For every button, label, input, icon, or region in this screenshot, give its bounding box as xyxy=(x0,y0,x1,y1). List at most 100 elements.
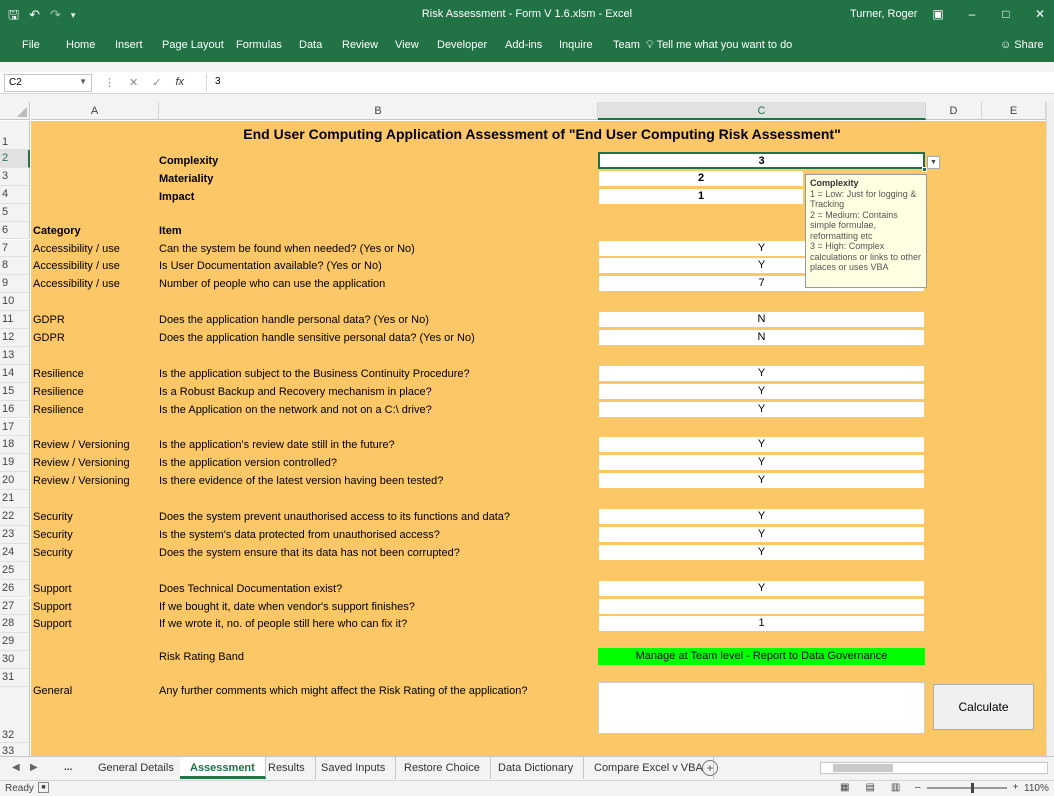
tab-general-details[interactable]: General Details xyxy=(88,757,185,779)
row-header-30[interactable]: 30 xyxy=(0,651,30,670)
row-header-13[interactable]: 13 xyxy=(0,346,30,365)
answer-cell[interactable]: Y xyxy=(598,454,925,472)
row-header-29[interactable]: 29 xyxy=(0,633,30,652)
row-header-22[interactable]: 22 xyxy=(0,508,30,526)
row-header-2[interactable]: 2 xyxy=(0,150,30,168)
tab-file[interactable]: File xyxy=(22,39,40,51)
row-header-4[interactable]: 4 xyxy=(0,185,30,204)
answer-cell[interactable]: 1 xyxy=(598,615,925,633)
row-header-24[interactable]: 24 xyxy=(0,543,30,562)
row-header-14[interactable]: 14 xyxy=(0,364,30,383)
tab-add-ins[interactable]: Add-ins xyxy=(505,39,542,51)
name-box[interactable]: C2 ▼ xyxy=(4,74,92,92)
row-header-6[interactable]: 6 xyxy=(0,221,30,240)
tab-team[interactable]: Team xyxy=(613,39,640,51)
risk-band-value[interactable]: Manage at Team level - Report to Data Go… xyxy=(598,648,925,665)
row-header-19[interactable]: 19 xyxy=(0,454,30,473)
calculate-button[interactable]: Calculate xyxy=(933,684,1034,730)
share-button[interactable]: ☺ Share xyxy=(1000,39,1044,51)
column-header-c[interactable]: C xyxy=(598,102,926,120)
answer-cell[interactable]: Y xyxy=(598,525,925,543)
row-header-32[interactable]: 32 xyxy=(0,687,30,743)
normal-view-icon[interactable]: ▦ xyxy=(840,782,849,793)
answer-cell[interactable]: Y xyxy=(598,436,925,454)
answer-cell[interactable]: Y xyxy=(598,508,925,525)
chevron-down-icon[interactable]: ▼ xyxy=(927,156,940,169)
tab-review[interactable]: Review xyxy=(342,39,378,51)
worksheet-grid[interactable]: A B C D E 1 2 3 4 5 6 7 8 9 10 11 12 13 14 15 16 17 18 19 2… xyxy=(0,102,1054,756)
row-header-5[interactable]: 5 xyxy=(0,203,30,222)
row-header-10[interactable]: 10 xyxy=(0,293,30,312)
row-header-17[interactable]: 17 xyxy=(0,418,30,437)
answer-cell[interactable]: Y xyxy=(598,543,925,561)
select-all-button[interactable] xyxy=(0,102,30,120)
row-header-7[interactable]: 7 xyxy=(0,239,30,258)
zoom-out-icon[interactable]: – xyxy=(915,782,921,793)
enter-icon[interactable]: ✓ xyxy=(152,76,161,89)
row-header-26[interactable]: 26 xyxy=(0,579,30,598)
materiality-cell[interactable]: 2 xyxy=(598,170,804,187)
row-header-8[interactable]: 8 xyxy=(0,257,30,276)
row-header-25[interactable]: 25 xyxy=(0,561,30,580)
column-header-a[interactable]: A xyxy=(31,102,159,120)
row-header-28[interactable]: 28 xyxy=(0,615,30,634)
row-header-11[interactable]: 11 xyxy=(0,311,30,329)
column-header-e[interactable]: E xyxy=(982,102,1046,120)
tell-me-box[interactable]: 💡︎ Tell me what you want to do xyxy=(646,39,792,52)
formula-input[interactable]: 3 xyxy=(206,74,1050,92)
zoom-slider-knob[interactable] xyxy=(970,782,974,793)
row-header-18[interactable]: 18 xyxy=(0,436,30,455)
row-header-20[interactable]: 20 xyxy=(0,472,30,491)
tab-home[interactable]: Home xyxy=(66,39,95,51)
add-sheet-icon[interactable]: + xyxy=(702,760,718,776)
zoom-in-icon[interactable]: + xyxy=(1013,782,1019,793)
tab-data[interactable]: Data xyxy=(299,39,322,51)
fill-handle[interactable] xyxy=(922,167,927,172)
row-header-16[interactable]: 16 xyxy=(0,400,30,419)
cancel-icon[interactable]: ✕ xyxy=(129,76,138,89)
chevron-down-icon[interactable]: ▼ xyxy=(79,77,87,86)
row-header-12[interactable]: 12 xyxy=(0,329,30,347)
tab-developer[interactable]: Developer xyxy=(437,39,487,51)
row-header-33[interactable]: 33 xyxy=(0,743,30,756)
page-layout-view-icon[interactable]: ▤ xyxy=(865,782,874,793)
tab-page-layout[interactable]: Page Layout xyxy=(162,39,224,51)
row-header-1[interactable]: 1 xyxy=(0,121,30,150)
insert-function-icon[interactable]: fx xyxy=(175,76,184,89)
column-header-d[interactable]: D xyxy=(926,102,982,120)
answer-cell[interactable] xyxy=(598,597,925,615)
scroll-tabs-right-icon[interactable]: ▶ xyxy=(30,762,38,773)
row-header-15[interactable]: 15 xyxy=(0,382,30,401)
tab-view[interactable]: View xyxy=(395,39,419,51)
comments-input[interactable] xyxy=(598,682,925,734)
complexity-cell[interactable]: 3 xyxy=(598,152,925,169)
tab-data-dictionary[interactable]: Data Dictionary xyxy=(488,757,585,779)
macro-record-icon[interactable]: ■ xyxy=(38,782,49,793)
tab-assessment[interactable]: Assessment xyxy=(180,757,266,779)
close-icon[interactable]: ✕ xyxy=(1030,5,1050,23)
answer-cell[interactable]: Y xyxy=(598,472,925,490)
tab-insert[interactable]: Insert xyxy=(115,39,143,51)
more-options-icon[interactable]: ⋮ xyxy=(104,76,115,89)
row-header-9[interactable]: 9 xyxy=(0,275,30,294)
maximize-icon[interactable]: □ xyxy=(996,5,1016,23)
row-header-23[interactable]: 23 xyxy=(0,525,30,544)
answer-cell[interactable]: Y xyxy=(598,382,925,400)
tab-compare-excel-v-vba[interactable]: Compare Excel v VBA xyxy=(584,757,714,779)
answer-cell[interactable]: Y xyxy=(598,364,925,382)
impact-cell[interactable]: 1 xyxy=(598,188,804,205)
scrollbar-thumb[interactable] xyxy=(833,764,893,772)
tab-restore-choice[interactable]: Restore Choice xyxy=(394,757,491,779)
page-title[interactable]: End User Computing Application Assessmen… xyxy=(159,122,925,146)
answer-cell[interactable]: N xyxy=(598,329,925,346)
zoom-level[interactable]: 110% xyxy=(1024,783,1049,794)
column-header-b[interactable]: B xyxy=(159,102,598,120)
tab-inquire[interactable]: Inquire xyxy=(559,39,593,51)
answer-cell[interactable]: Y xyxy=(598,400,925,418)
answer-cell[interactable]: N xyxy=(598,311,925,329)
tab-results[interactable]: Results xyxy=(258,757,316,779)
row-header-27[interactable]: 27 xyxy=(0,597,30,616)
page-break-view-icon[interactable]: ▥ xyxy=(891,782,900,793)
row-header-3[interactable]: 3 xyxy=(0,167,30,186)
scroll-tabs-left-icon[interactable]: ◀ xyxy=(12,762,20,773)
